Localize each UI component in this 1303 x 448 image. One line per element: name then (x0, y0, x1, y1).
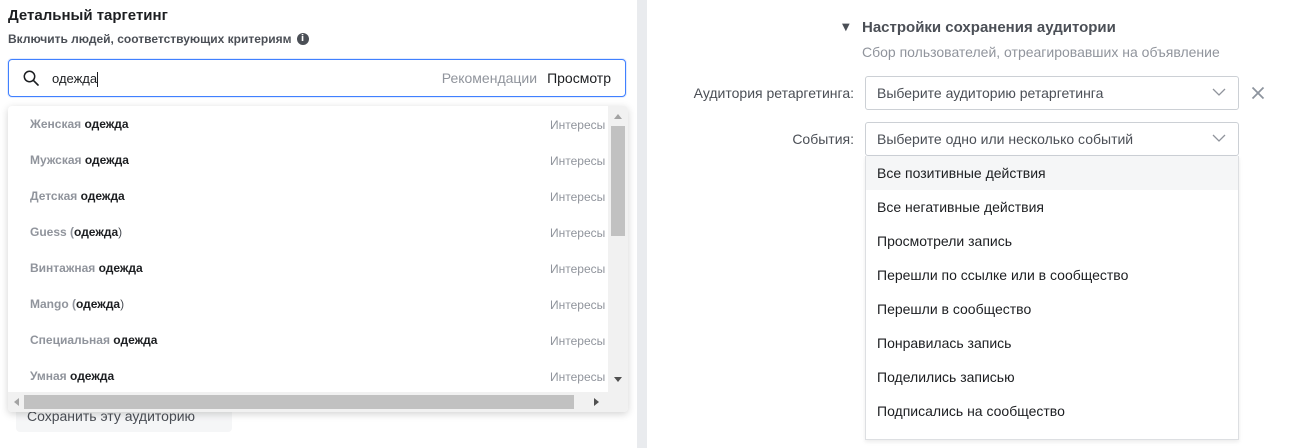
suggestion-row[interactable]: Винтажная одежда Интересы (8, 250, 608, 286)
event-option[interactable]: Все позитивные действия (866, 156, 1238, 190)
suggestion-type: Интересы (550, 154, 606, 168)
suggestion-prefix: Mango ( (30, 297, 76, 311)
search-input-value: одежда (52, 71, 98, 86)
collapse-triangle-icon[interactable]: ▼ (842, 22, 850, 33)
event-option[interactable]: Перешли в сообщество (866, 292, 1238, 326)
detailed-targeting-title: Детальный таргетинг (8, 7, 168, 24)
suggestion-name: Женская одежда (30, 117, 129, 131)
search-mode-links: Рекомендации Просмотр (442, 70, 611, 86)
section-subtitle: Сбор пользователей, отреагировавших на о… (862, 44, 1220, 60)
targeting-search-input[interactable]: одежда (52, 71, 252, 88)
retargeting-audience-label: Аудитория ретаргетинга: (693, 85, 854, 101)
suggestion-name: Винтажная одежда (30, 261, 143, 275)
suggestion-name: Умная одежда (30, 369, 114, 383)
event-option[interactable]: Перешли по ссылке или в сообщество (866, 258, 1238, 292)
suggestion-type: Интересы (550, 118, 606, 132)
event-option[interactable]: Понравилась запись (866, 326, 1238, 360)
browse-link[interactable]: Просмотр (547, 70, 611, 86)
suggestion-row[interactable]: Детская одежда Интересы (8, 178, 608, 214)
suggestion-row[interactable]: Специальная одежда Интересы (8, 322, 608, 358)
suggestion-type: Интересы (550, 226, 606, 240)
include-criteria-label: Включить людей, соответствующих критерия… (8, 32, 309, 46)
suggestion-match: одежда (80, 189, 125, 203)
suggestion-match: одежда (70, 369, 115, 383)
suggestion-row[interactable]: Мужская одежда Интересы (8, 142, 608, 178)
suggestion-row[interactable]: Mango (одежда) Интересы (8, 286, 608, 322)
search-icon (23, 70, 39, 86)
suggestion-suffix: ) (120, 297, 125, 311)
suggestion-name: Guess (одежда) (30, 225, 122, 239)
targeting-search-box[interactable]: одежда Рекомендации Просмотр (8, 59, 626, 97)
events-placeholder: Выберите одно или несколько событий (877, 131, 1134, 147)
suggestion-prefix: Умная (30, 369, 71, 383)
suggestion-type: Интересы (550, 262, 606, 276)
suggestion-prefix: Мужская (30, 153, 85, 167)
events-label: События: (792, 131, 854, 147)
chevron-down-icon (1212, 134, 1226, 142)
suggestion-prefix: Женская (30, 117, 85, 131)
event-option[interactable]: Поделились записью (866, 360, 1238, 394)
suggestion-type: Интересы (550, 190, 606, 204)
suggestion-match: одежда (74, 225, 119, 239)
suggestion-row[interactable]: Женская одежда Интересы (8, 106, 608, 142)
detailed-targeting-panel: Детальный таргетинг Включить людей, соот… (0, 0, 637, 448)
suggestion-match: одежда (84, 117, 129, 131)
suggestion-prefix: Винтажная (30, 261, 99, 275)
scroll-right-arrow-icon[interactable] (594, 398, 599, 406)
suggestions-dropdown: Женская одежда Интересы Мужская одежда И… (8, 106, 628, 412)
suggestion-match: одежда (98, 261, 143, 275)
events-options-list: Все позитивные действия Все негативные д… (865, 156, 1239, 440)
panel-divider (637, 0, 647, 448)
suggestion-name: Детская одежда (30, 189, 125, 203)
retargeting-placeholder: Выберите аудиторию ретаргетинга (877, 85, 1104, 101)
vertical-scrollbar[interactable] (608, 106, 628, 392)
horizontal-scrollbar[interactable] (8, 392, 628, 412)
scroll-up-arrow-icon[interactable] (614, 114, 622, 119)
suggestion-type: Интересы (550, 334, 606, 348)
event-option[interactable]: Просмотрели запись (866, 224, 1238, 258)
info-icon[interactable]: i (296, 33, 309, 45)
page: Детальный таргетинг Включить людей, соот… (0, 0, 1303, 448)
recommendations-link[interactable]: Рекомендации (442, 70, 537, 86)
scroll-left-arrow-icon[interactable] (14, 398, 19, 406)
events-select[interactable]: Выберите одно или несколько событий (865, 122, 1239, 156)
suggestion-row[interactable]: Guess (одежда) Интересы (8, 214, 608, 250)
section-title[interactable]: Настройки сохранения аудитории (862, 19, 1116, 36)
text-caret (97, 72, 99, 88)
include-criteria-text: Включить людей, соответствующих критерия… (8, 32, 292, 46)
suggestion-match: одежда (76, 297, 121, 311)
vertical-scroll-thumb[interactable] (611, 126, 625, 236)
suggestion-suffix: ) (118, 225, 123, 239)
event-option[interactable]: Подписались на сообщество (866, 394, 1238, 428)
suggestion-row[interactable]: Умная одежда Интересы (8, 358, 608, 394)
suggestion-prefix: Детская (30, 189, 81, 203)
suggestion-type: Интересы (550, 370, 606, 384)
horizontal-scroll-thumb[interactable] (24, 395, 574, 409)
suggestion-type: Интересы (550, 298, 606, 312)
suggestion-prefix: Guess ( (30, 225, 75, 239)
suggestion-name: Mango (одежда) (30, 297, 124, 311)
suggestion-name: Мужская одежда (30, 153, 129, 167)
suggestion-name: Специальная одежда (30, 333, 157, 347)
suggestion-prefix: Специальная (30, 333, 114, 347)
suggestion-match: одежда (113, 333, 158, 347)
event-option[interactable]: Все негативные действия (866, 190, 1238, 224)
scroll-down-arrow-icon[interactable] (614, 377, 622, 382)
suggestion-match: одежда (84, 153, 129, 167)
audience-save-settings-panel: ▼ Настройки сохранения аудитории Сбор по… (647, 0, 1303, 448)
close-icon[interactable] (1251, 86, 1265, 100)
chevron-down-icon (1212, 88, 1226, 96)
retargeting-audience-select[interactable]: Выберите аудиторию ретаргетинга (865, 76, 1239, 110)
